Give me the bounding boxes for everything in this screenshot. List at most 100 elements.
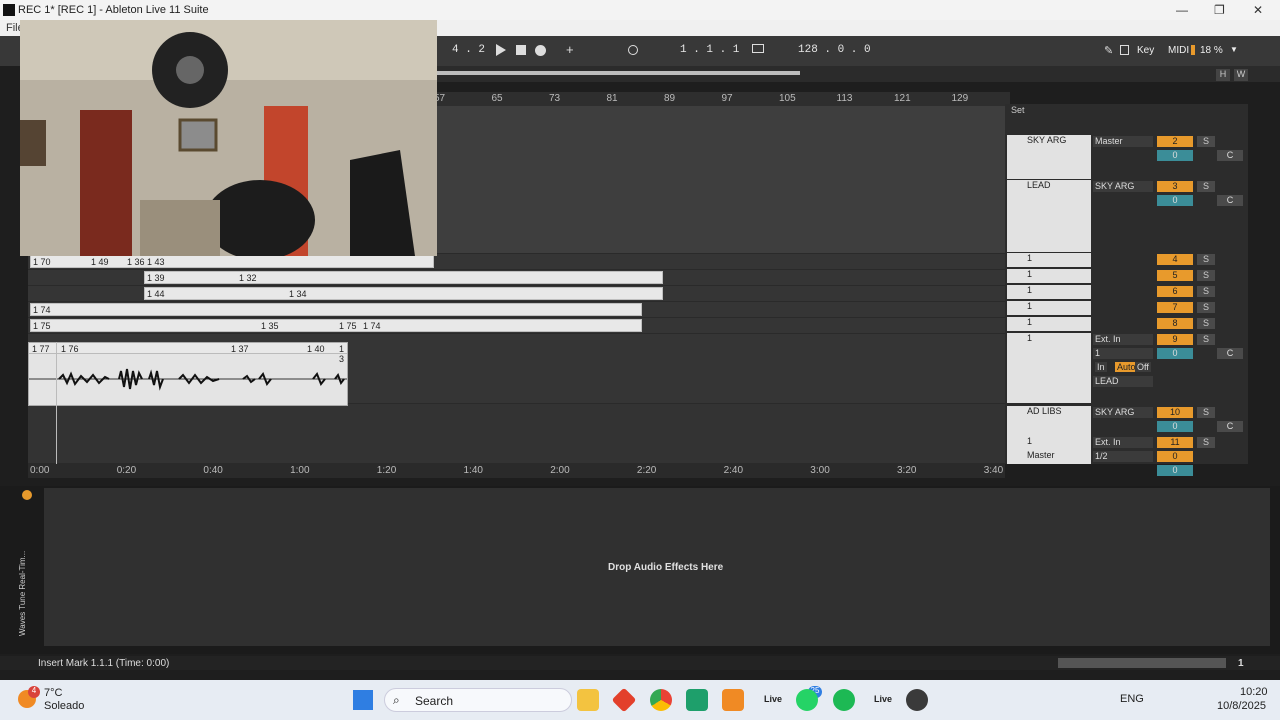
- track-number[interactable]: 5: [1157, 270, 1193, 281]
- track-io-select[interactable]: SKY ARG: [1093, 407, 1153, 418]
- track-number[interactable]: 3: [1157, 181, 1193, 192]
- solo-button[interactable]: S: [1197, 302, 1215, 313]
- solo-button[interactable]: S: [1197, 270, 1215, 281]
- device-drop-area[interactable]: Drop Audio Effects Here: [44, 488, 1270, 646]
- clip-row-2[interactable]: 1 39 1 32: [144, 271, 663, 284]
- punch-icon[interactable]: [752, 44, 764, 53]
- solo-button[interactable]: S: [1197, 286, 1215, 297]
- whatsapp-icon[interactable]: [796, 689, 818, 711]
- track-name[interactable]: 1: [1007, 285, 1091, 299]
- track-number[interactable]: 6: [1157, 286, 1193, 297]
- center-button[interactable]: C: [1217, 195, 1243, 206]
- file-explorer-icon[interactable]: [577, 689, 599, 711]
- pan-value[interactable]: 0: [1157, 465, 1193, 476]
- track-name[interactable]: SKY ARG: [1007, 135, 1091, 179]
- solo-button[interactable]: S: [1197, 181, 1215, 192]
- solo-button[interactable]: S: [1197, 334, 1215, 345]
- clip-row-1[interactable]: 1 70 1 49 1 36 1 43: [30, 255, 434, 268]
- w-button[interactable]: W: [1234, 69, 1248, 81]
- key-map-button[interactable]: Key: [1137, 45, 1154, 56]
- track-name[interactable]: 1: [1007, 436, 1091, 450]
- pencil-icon[interactable]: ✎: [1104, 44, 1113, 57]
- track-io-select[interactable]: Ext. In: [1093, 334, 1153, 345]
- center-button[interactable]: C: [1217, 421, 1243, 432]
- track-io-select[interactable]: SKY ARG: [1093, 181, 1153, 192]
- clip-row-3[interactable]: 1 44 1 34: [144, 287, 663, 300]
- pan-value[interactable]: 0: [1157, 195, 1193, 206]
- keyboard-icon[interactable]: [1120, 45, 1129, 55]
- track-output-select[interactable]: LEAD: [1093, 376, 1153, 387]
- track-number[interactable]: 9: [1157, 334, 1193, 345]
- solo-button[interactable]: S: [1197, 437, 1215, 448]
- track-number[interactable]: 4: [1157, 254, 1193, 265]
- arrangement-position[interactable]: 1 . 1 . 1: [680, 44, 739, 56]
- track-number[interactable]: 0: [1157, 451, 1193, 462]
- center-button[interactable]: C: [1217, 348, 1243, 359]
- beat-ruler[interactable]: 57 65 73 81 89 97 105 113 121 129: [430, 92, 1010, 106]
- center-button[interactable]: C: [1217, 150, 1243, 161]
- app-green-icon[interactable]: [686, 689, 708, 711]
- taskbar-search[interactable]: ⌕ Search: [384, 688, 572, 712]
- start-icon[interactable]: [353, 690, 373, 710]
- track-io-select[interactable]: Ext. In: [1093, 437, 1153, 448]
- track-input-channel[interactable]: 1: [1093, 348, 1153, 359]
- track-name[interactable]: 1: [1007, 269, 1091, 283]
- live-app-icon-active[interactable]: Live: [874, 694, 892, 704]
- clock-time[interactable]: 10:20: [1240, 686, 1268, 698]
- track-io-select[interactable]: Master: [1093, 136, 1153, 147]
- status-scroll[interactable]: [1058, 658, 1226, 668]
- live-app-icon[interactable]: Live: [764, 694, 782, 704]
- solo-button[interactable]: S: [1197, 136, 1215, 147]
- solo-button[interactable]: S: [1197, 318, 1215, 329]
- track-name[interactable]: 1: [1007, 317, 1091, 331]
- minimize-button[interactable]: —: [1176, 3, 1188, 17]
- device-activator-icon[interactable]: [22, 490, 32, 500]
- track-name[interactable]: LEAD: [1007, 180, 1091, 252]
- arrangement-overview[interactable]: H W: [430, 66, 1280, 82]
- track-number[interactable]: 2: [1157, 136, 1193, 147]
- track-name[interactable]: Master: [1007, 450, 1091, 464]
- pan-value[interactable]: 0: [1157, 421, 1193, 432]
- signature-display[interactable]: 4 . 2: [452, 44, 485, 56]
- close-button[interactable]: ✕: [1253, 3, 1263, 17]
- media-player-icon[interactable]: [906, 689, 928, 711]
- midi-map-button[interactable]: MIDI: [1168, 45, 1189, 56]
- time-ruler[interactable]: 0:00 0:20 0:40 1:00 1:20 1:40 2:00 2:20 2:40 3:00…: [28, 464, 1005, 478]
- cpu-dropdown-icon[interactable]: ▼: [1230, 45, 1238, 54]
- maximize-button[interactable]: ❐: [1214, 3, 1225, 17]
- language-indicator[interactable]: ENG: [1120, 693, 1144, 705]
- clock-date[interactable]: 10/8/2025: [1217, 700, 1266, 712]
- track-number[interactable]: 10: [1157, 407, 1193, 418]
- fl-studio-icon[interactable]: [722, 689, 744, 711]
- track-name[interactable]: 1: [1007, 253, 1091, 267]
- pan-value[interactable]: 0: [1157, 150, 1193, 161]
- track-number[interactable]: 11: [1157, 437, 1193, 448]
- play-icon[interactable]: [496, 44, 506, 56]
- track-name[interactable]: 1: [1007, 301, 1091, 315]
- solo-button[interactable]: S: [1197, 407, 1215, 418]
- record-icon[interactable]: [535, 45, 546, 56]
- weather-temp[interactable]: 7°C: [44, 687, 62, 699]
- track-io-select[interactable]: 1/2: [1093, 451, 1153, 462]
- monitor-option[interactable]: In: [1095, 362, 1107, 372]
- monitor-option[interactable]: Off: [1135, 362, 1151, 372]
- recorded-audio-clip[interactable]: 1 77 1 76 1 37 1 40 1 3: [28, 342, 348, 406]
- weather-desc[interactable]: Soleado: [44, 700, 84, 712]
- spotify-icon[interactable]: [833, 689, 855, 711]
- track-number[interactable]: 8: [1157, 318, 1193, 329]
- lane-adlibs[interactable]: [28, 404, 1005, 464]
- track-number[interactable]: 7: [1157, 302, 1193, 313]
- chrome-icon[interactable]: [650, 689, 672, 711]
- stop-icon[interactable]: [516, 45, 526, 55]
- pan-value[interactable]: 0: [1157, 348, 1193, 359]
- h-button[interactable]: H: [1216, 69, 1230, 81]
- device-title[interactable]: Waves Tune Real-Tim...: [18, 516, 36, 636]
- clip-row-5[interactable]: 1 75 1 35 1 75 1 74: [30, 319, 642, 332]
- solo-button[interactable]: S: [1197, 254, 1215, 265]
- tempo-field[interactable]: 128 . 0 . 0: [798, 44, 871, 56]
- add-icon[interactable]: +: [566, 42, 574, 57]
- clip-row-4[interactable]: 1 74: [30, 303, 642, 316]
- track-name[interactable]: 1: [1007, 333, 1091, 403]
- loop-icon[interactable]: [628, 45, 638, 55]
- track-name[interactable]: AD LIBS: [1007, 406, 1091, 436]
